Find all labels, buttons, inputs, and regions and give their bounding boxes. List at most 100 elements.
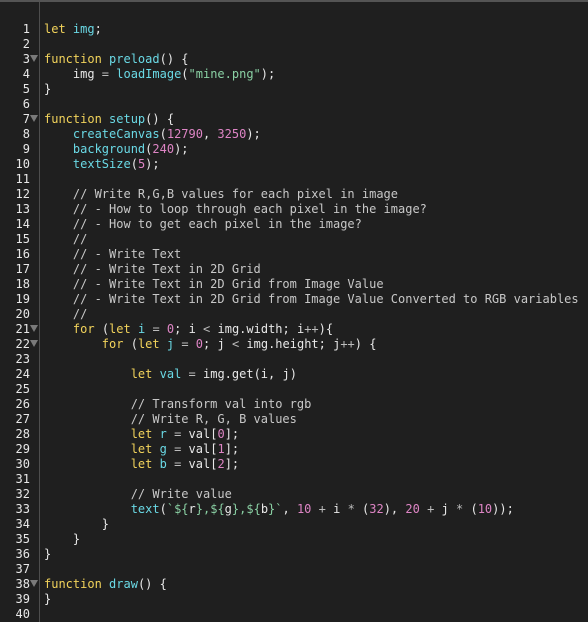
code-line[interactable]: 21 for (let i = 0; i < img.width; i++){ bbox=[0, 322, 588, 337]
line-code: img = loadImage("mine.png"); bbox=[44, 67, 275, 82]
token-op: * bbox=[347, 502, 355, 516]
code-line[interactable]: 23 bbox=[0, 352, 588, 367]
line-number: 32 bbox=[15, 487, 30, 501]
code-line[interactable]: 24 let val = img.get(i, j) bbox=[0, 367, 588, 382]
line-code: // Write R,G,B values for each pixel in … bbox=[44, 187, 398, 202]
token-op: = bbox=[101, 67, 110, 81]
line-number: 4 bbox=[22, 67, 30, 81]
fold-arrow-icon[interactable] bbox=[30, 115, 38, 122]
line-code: for (let j = 0; j < img.height; j++) { bbox=[44, 337, 377, 352]
token-op: + bbox=[318, 502, 326, 516]
code-line[interactable]: 40 bbox=[0, 607, 588, 622]
token-pl: val[ bbox=[181, 457, 218, 471]
line-number: 36 bbox=[15, 547, 30, 561]
code-line[interactable]: 32 // Write value bbox=[0, 487, 588, 502]
code-line[interactable]: 19 // - Write Text in 2D Grid from Image… bbox=[0, 292, 588, 307]
token-pl: ( bbox=[181, 67, 189, 81]
token-pl: ); bbox=[260, 67, 276, 81]
code-line[interactable]: 18 // - Write Text in 2D Grid from Image… bbox=[0, 277, 588, 292]
fold-arrow-icon[interactable] bbox=[30, 580, 38, 587]
code-line[interactable]: 14 // - How to get each pixel in the ima… bbox=[0, 217, 588, 232]
token-kw: let bbox=[130, 367, 153, 381]
code-line[interactable]: 29 let g = val[1]; bbox=[0, 442, 588, 457]
token-pl: ){ bbox=[318, 322, 334, 336]
code-line[interactable]: 16 // - Write Text bbox=[0, 247, 588, 262]
token-op: ++ bbox=[304, 322, 319, 336]
line-code: textSize(5); bbox=[44, 157, 160, 172]
code-line[interactable]: 2 bbox=[0, 37, 588, 52]
code-lines[interactable]: 1 let img; 2 3 function preload() {4 img = l… bbox=[0, 22, 588, 622]
code-line[interactable]: 20 // bbox=[0, 307, 588, 322]
code-line[interactable]: 36} bbox=[0, 547, 588, 562]
code-line[interactable]: 22 for (let j = 0; j < img.height; j++) … bbox=[0, 337, 588, 352]
token-pl: ), bbox=[383, 502, 406, 516]
token-num: 32 bbox=[369, 502, 384, 516]
token-pl: ; i bbox=[174, 322, 204, 336]
code-line[interactable]: 26 // Transform val into rgb bbox=[0, 397, 588, 412]
token-str: },${ bbox=[231, 502, 261, 516]
code-line[interactable]: 9 background(240); bbox=[0, 142, 588, 157]
fold-arrow-icon[interactable] bbox=[30, 340, 38, 347]
line-code: let r = val[0]; bbox=[44, 427, 239, 442]
token-var: val bbox=[159, 367, 182, 381]
code-line[interactable]: 5} bbox=[0, 82, 588, 97]
code-line[interactable]: 27 // Write R, G, B values bbox=[0, 412, 588, 427]
code-line[interactable]: 3 function preload() { bbox=[0, 52, 588, 67]
line-number: 25 bbox=[15, 382, 30, 396]
line-code: let g = val[1]; bbox=[44, 442, 239, 457]
code-line[interactable]: 35 } bbox=[0, 532, 588, 547]
code-line[interactable]: 15 // bbox=[0, 232, 588, 247]
code-line[interactable]: 31 bbox=[0, 472, 588, 487]
code-line[interactable]: 8 createCanvas(12790, 3250); bbox=[0, 127, 588, 142]
code-editor[interactable]: 1 let img; 2 3 function preload() {4 img = l… bbox=[0, 0, 588, 622]
token-pl: } bbox=[44, 547, 52, 561]
token-num: 2 bbox=[217, 457, 225, 471]
code-line[interactable]: 30 let b = val[2]; bbox=[0, 457, 588, 472]
token-cm: // - Write Text bbox=[44, 247, 182, 261]
token-num: 20 bbox=[405, 502, 420, 516]
token-pl: b bbox=[260, 502, 269, 516]
line-code: let b = val[2]; bbox=[44, 457, 239, 472]
line-code: } bbox=[44, 592, 51, 607]
fold-arrow-icon[interactable] bbox=[30, 325, 38, 332]
line-number: 6 bbox=[22, 97, 30, 111]
line-code: // bbox=[44, 232, 87, 247]
code-line[interactable]: 13 // - How to loop through each pixel i… bbox=[0, 202, 588, 217]
code-line[interactable]: 34 } bbox=[0, 517, 588, 532]
line-code: background(240); bbox=[44, 142, 189, 157]
code-line[interactable]: 28 let r = val[0]; bbox=[0, 427, 588, 442]
code-line[interactable]: 10 textSize(5); bbox=[0, 157, 588, 172]
code-line[interactable]: 7 function setup() { bbox=[0, 112, 588, 127]
token-op: ++ bbox=[340, 337, 355, 351]
line-number: 33 bbox=[15, 502, 30, 516]
line-number: 1 bbox=[22, 22, 30, 36]
line-number: 23 bbox=[15, 352, 30, 366]
line-code: function draw() { bbox=[44, 577, 167, 592]
token-cm: // - Write Text in 2D Grid bbox=[44, 262, 261, 276]
token-pl: ]; bbox=[224, 442, 240, 456]
line-number: 26 bbox=[15, 397, 30, 411]
code-line[interactable]: 4 img = loadImage("mine.png"); bbox=[0, 67, 588, 82]
line-number: 12 bbox=[15, 187, 30, 201]
code-line[interactable]: 6 bbox=[0, 97, 588, 112]
line-number: 40 bbox=[15, 607, 30, 621]
code-line[interactable]: 25 bbox=[0, 382, 588, 397]
code-line[interactable]: 37 bbox=[0, 562, 588, 577]
code-line[interactable]: 1 let img; bbox=[0, 22, 588, 37]
token-pl: ) { bbox=[354, 337, 377, 351]
line-code: function setup() { bbox=[44, 112, 174, 127]
code-line[interactable]: 38 function draw() { bbox=[0, 577, 588, 592]
code-line[interactable]: 12 // Write R,G,B values for each pixel … bbox=[0, 187, 588, 202]
token-num: 0 bbox=[195, 337, 204, 351]
line-number: 17 bbox=[15, 262, 30, 276]
fold-arrow-icon[interactable] bbox=[30, 55, 38, 62]
code-line[interactable]: 17 // - Write Text in 2D Grid bbox=[0, 262, 588, 277]
code-line[interactable]: 11 bbox=[0, 172, 588, 187]
code-line[interactable]: 33 text(`${r},${g},${b}`, 10 + i * (32),… bbox=[0, 502, 588, 517]
code-line[interactable]: 39} bbox=[0, 592, 588, 607]
